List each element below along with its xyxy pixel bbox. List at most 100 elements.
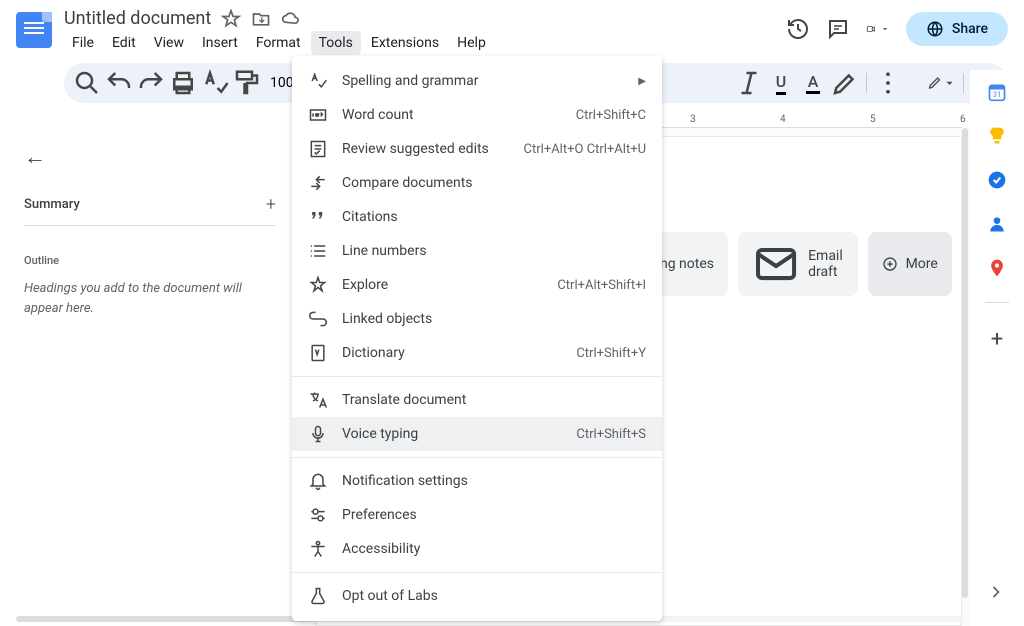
tools-menu-review-suggested-edits[interactable]: Review suggested editsCtrl+Alt+O Ctrl+Al… <box>292 132 662 166</box>
menu-item-label: Voice typing <box>342 426 576 442</box>
tools-menu-spelling-and-grammar[interactable]: Spelling and grammar▶ <box>292 64 662 98</box>
star-icon[interactable] <box>221 9 241 29</box>
maps-icon[interactable] <box>987 258 1007 278</box>
cloud-status-icon[interactable] <box>281 9 301 29</box>
menu-item-label: Translate document <box>342 392 646 408</box>
tools-menu-dictionary[interactable]: DictionaryCtrl+Shift+Y <box>292 336 662 370</box>
summary-row: Summary + <box>24 194 276 226</box>
outline-heading: Outline <box>24 254 276 267</box>
summary-label: Summary <box>24 197 80 212</box>
docs-logo-icon[interactable] <box>16 12 52 48</box>
ruler-mark: 6 <box>960 114 966 125</box>
add-addon-icon[interactable]: + <box>987 327 1007 347</box>
chip-label: Email draft <box>808 248 843 280</box>
svg-text:31: 31 <box>993 90 1001 99</box>
share-label: Share <box>952 21 988 37</box>
comments-icon[interactable] <box>826 17 850 41</box>
menu-item-label: Linked objects <box>342 311 646 327</box>
print-icon[interactable] <box>168 68 198 98</box>
rail-separator <box>985 302 1009 303</box>
history-icon[interactable] <box>786 17 810 41</box>
tools-menu-opt-out-of-labs[interactable]: Opt out of Labs <box>292 579 662 613</box>
chip-more[interactable]: More <box>868 232 952 296</box>
ruler-mark: 4 <box>780 114 786 125</box>
menu-item-label: Notification settings <box>342 473 646 489</box>
labs-icon <box>308 586 328 606</box>
menu-item-label: Citations <box>342 209 646 225</box>
calendar-icon[interactable]: 31 <box>987 82 1007 102</box>
chip-email-draft[interactable]: Email draft <box>738 232 858 296</box>
search-icon[interactable] <box>72 68 102 98</box>
menu-item-label: Line numbers <box>342 243 646 259</box>
header: Untitled document File Edit View Insert … <box>0 0 1024 55</box>
tools-menu-explore[interactable]: ExploreCtrl+Alt+Shift+I <box>292 268 662 302</box>
italic-icon[interactable] <box>734 68 764 98</box>
undo-icon[interactable] <box>104 68 134 98</box>
tools-menu-line-numbers[interactable]: Line numbers <box>292 234 662 268</box>
outline-hint: Headings you add to the document will ap… <box>24 279 276 318</box>
text-color-icon[interactable]: A <box>798 68 828 98</box>
tools-menu-word-count[interactable]: Word countCtrl+Shift+C <box>292 98 662 132</box>
review-icon <box>308 139 328 159</box>
menu-tools[interactable]: Tools <box>311 31 361 55</box>
tools-menu-accessibility[interactable]: Accessibility <box>292 532 662 566</box>
horizontal-scrollbar[interactable] <box>16 616 316 622</box>
submenu-arrow-icon: ▶ <box>638 76 646 87</box>
meet-button[interactable] <box>866 17 890 41</box>
highlight-icon[interactable] <box>830 68 860 98</box>
tasks-icon[interactable] <box>987 170 1007 190</box>
contacts-icon[interactable] <box>987 214 1007 234</box>
menu-item-shortcut: Ctrl+Shift+C <box>576 108 646 123</box>
voice-icon <box>308 424 328 444</box>
tools-menu-translate-document[interactable]: Translate document <box>292 383 662 417</box>
editing-mode-icon[interactable] <box>927 68 957 98</box>
vertical-scrollbar[interactable] <box>962 128 968 598</box>
menu-help[interactable]: Help <box>449 31 494 55</box>
menu-format[interactable]: Format <box>248 31 309 55</box>
menu-item-label: Preferences <box>342 507 646 523</box>
tools-menu-linked-objects[interactable]: Linked objects <box>292 302 662 336</box>
tools-menu-preferences[interactable]: Preferences <box>292 498 662 532</box>
tools-menu-compare-documents[interactable]: Compare documents <box>292 166 662 200</box>
document-title[interactable]: Untitled document <box>64 8 211 29</box>
add-summary-icon[interactable]: + <box>266 194 276 215</box>
menu-item-label: Compare documents <box>342 175 646 191</box>
menu-separator <box>292 572 662 573</box>
more-tools-icon[interactable] <box>873 68 903 98</box>
back-arrow-icon[interactable]: ← <box>24 144 276 170</box>
underline-icon[interactable]: U <box>766 68 796 98</box>
bell-icon <box>308 471 328 491</box>
ruler-mark: 3 <box>690 114 696 125</box>
menu-file[interactable]: File <box>64 31 102 55</box>
menu-item-label: Word count <box>342 107 576 123</box>
menu-insert[interactable]: Insert <box>194 31 246 55</box>
tools-menu-voice-typing[interactable]: Voice typingCtrl+Shift+S <box>292 417 662 451</box>
paint-format-icon[interactable] <box>232 68 262 98</box>
tools-menu-citations[interactable]: Citations <box>292 200 662 234</box>
redo-icon[interactable] <box>136 68 166 98</box>
title-area: Untitled document File Edit View Insert … <box>64 8 786 55</box>
linked-icon <box>308 309 328 329</box>
menu-extensions[interactable]: Extensions <box>363 31 447 55</box>
tools-menu-notification-settings[interactable]: Notification settings <box>292 464 662 498</box>
translate-icon <box>308 390 328 410</box>
wordcount-icon <box>308 105 328 125</box>
move-icon[interactable] <box>251 9 271 29</box>
citations-icon <box>308 207 328 227</box>
menu-item-shortcut: Ctrl+Shift+Y <box>576 346 646 361</box>
collapse-panel-icon[interactable] <box>986 582 1006 606</box>
menu-item-shortcut: Ctrl+Alt+O Ctrl+Alt+U <box>524 142 646 157</box>
accessibility-icon <box>308 539 328 559</box>
tools-dropdown: Spelling and grammar▶Word countCtrl+Shif… <box>292 56 662 621</box>
dictionary-icon <box>308 343 328 363</box>
spellcheck-icon[interactable] <box>200 68 230 98</box>
share-button[interactable]: Share <box>906 12 1008 46</box>
menu-view[interactable]: View <box>146 31 192 55</box>
menu-item-label: Dictionary <box>342 345 576 361</box>
toolbar-separator <box>866 73 867 93</box>
keep-icon[interactable] <box>987 126 1007 146</box>
menu-edit[interactable]: Edit <box>104 31 144 55</box>
toolbar-separator <box>963 73 964 93</box>
outline-sidebar: ← Summary + Outline Headings you add to … <box>0 128 300 626</box>
compare-icon <box>308 173 328 193</box>
